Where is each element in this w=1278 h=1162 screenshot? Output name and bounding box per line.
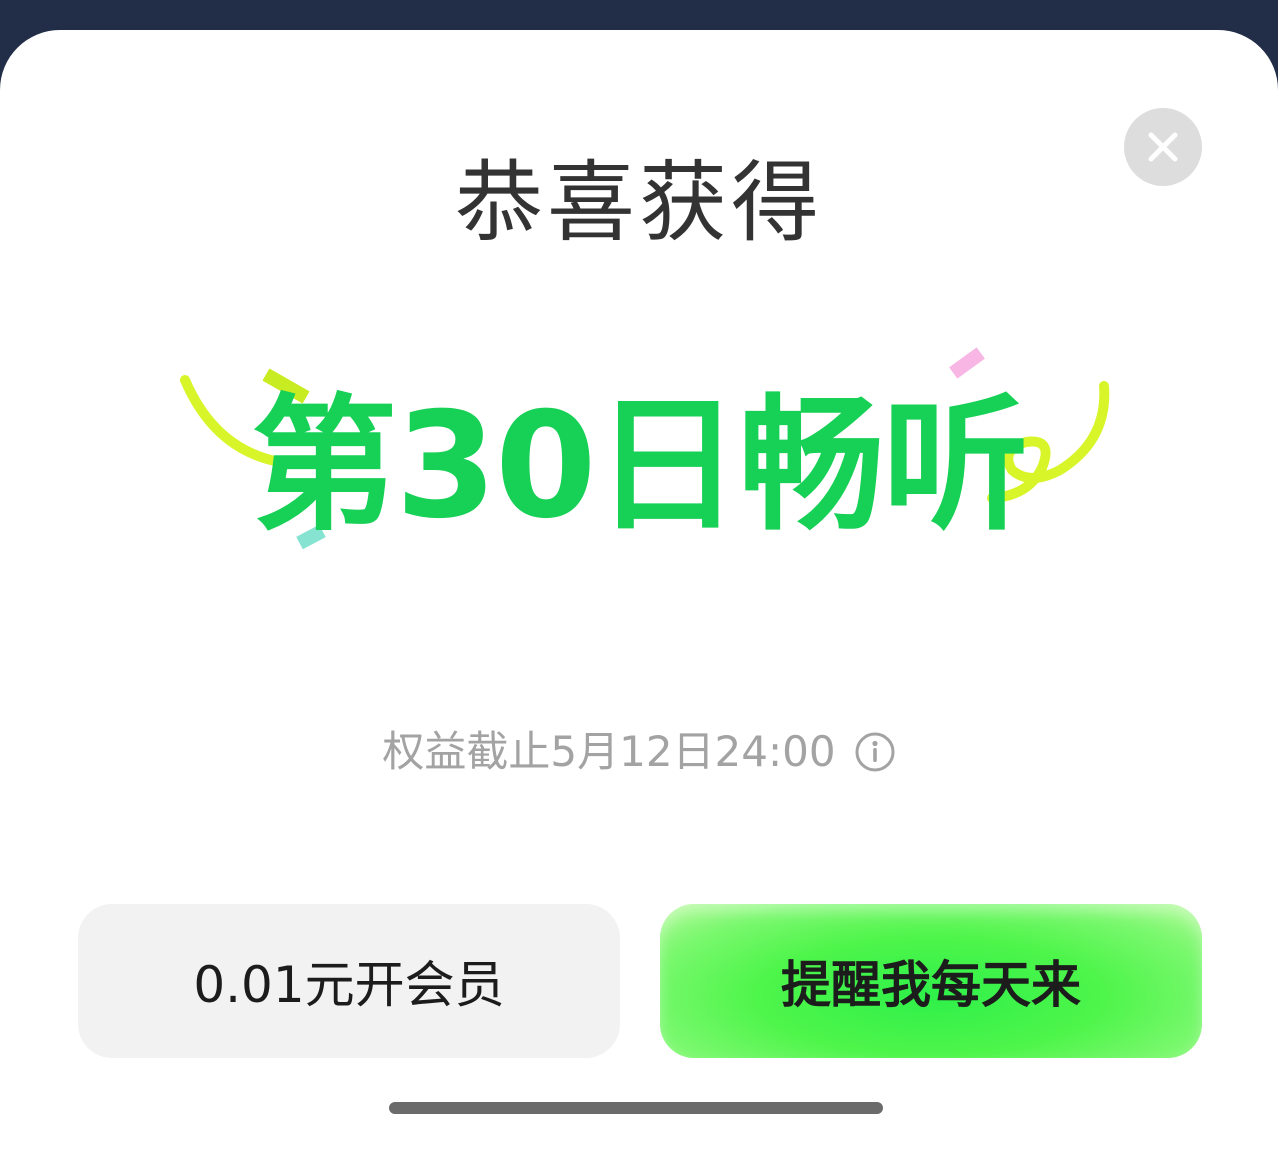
home-indicator[interactable]: [389, 1102, 883, 1114]
reward-dialog: 恭喜获得 第30日畅听 权益截止5月12日24:00 0.01元开会员 提醒我每…: [0, 30, 1278, 1162]
open-membership-button[interactable]: 0.01元开会员: [78, 904, 620, 1058]
remind-daily-button[interactable]: 提醒我每天来: [660, 904, 1202, 1058]
expiry-row: 权益截止5月12日24:00: [0, 724, 1278, 780]
pink-confetti: [949, 347, 985, 379]
remind-daily-label: 提醒我每天来: [781, 956, 1081, 1014]
expiry-text: 权益截止5月12日24:00: [382, 727, 836, 776]
open-membership-label: 0.01元开会员: [193, 956, 505, 1014]
reward-title: 第30日畅听: [251, 381, 1028, 551]
info-icon[interactable]: [854, 731, 896, 773]
dialog-title: 恭喜获得: [454, 151, 823, 254]
